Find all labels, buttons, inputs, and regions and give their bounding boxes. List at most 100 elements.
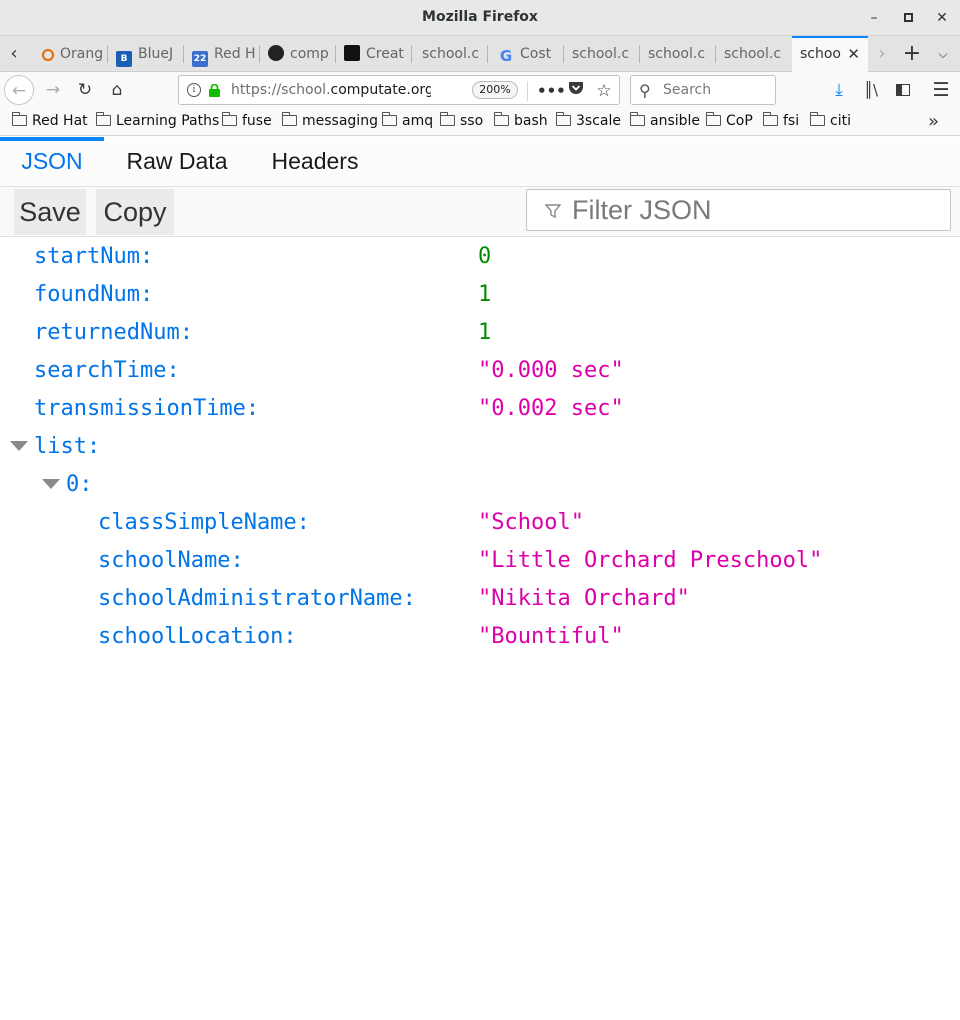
app-icon [344,45,360,61]
json-row-item[interactable]: 0: [66,466,93,504]
hamburger-menu-icon[interactable]: ☰ [926,75,956,105]
page-actions-icon[interactable]: ••• [537,80,566,102]
save-button[interactable]: Save [14,189,86,235]
json-key: classSimpleName: [98,510,310,535]
url-text[interactable]: https://school.computate.org/a [231,82,431,98]
back-arrow-icon[interactable]: ← [4,75,34,105]
json-row[interactable]: returnedNum: [34,314,193,352]
json-value: 1 [478,320,492,345]
tab-raw-data[interactable]: Raw Data [114,137,240,187]
tab-6[interactable]: G Cost [488,36,564,72]
json-key: transmissionTime: [34,396,260,421]
bookmark-folder[interactable]: 3scale [556,112,621,131]
filter-icon [545,204,561,219]
zoom-indicator[interactable]: 200% [472,81,518,99]
json-row[interactable]: classSimpleName: [98,504,310,542]
tab-8[interactable]: school.c [640,36,716,72]
folder-icon [556,112,571,126]
calendar-icon: 22 [192,51,208,67]
json-toolbar: Save Copy Filter JSON [0,187,960,237]
scroll-tabs-right-icon[interactable]: › [870,36,894,72]
bluejeans-icon: B [116,51,132,67]
tab-1[interactable]: B BlueJ [108,36,184,72]
tab-0[interactable]: Orang [32,36,108,72]
json-tree: startNum: 0 foundNum: 1 returnedNum: 1 s… [0,238,960,1020]
new-tab-icon[interactable]: + [898,36,926,72]
folder-icon [763,112,778,126]
json-row[interactable]: schoolName: [98,542,244,580]
forward-arrow-icon[interactable]: → [38,75,68,105]
json-row[interactable]: searchTime: [34,352,180,390]
library-icon[interactable]: ║\ [856,75,886,105]
minimize-icon[interactable]: – [864,8,884,28]
json-row[interactable]: schoolAdministratorName: [98,580,416,618]
close-tab-icon[interactable]: ✕ [847,38,860,70]
folder-icon [382,112,397,126]
bookmark-folder[interactable]: fuse [222,112,272,131]
bookmark-folder[interactable]: CoP [706,112,753,131]
folder-icon [222,112,237,126]
tab-2[interactable]: 22 Red H [184,36,260,72]
bookmarks-toolbar: Red Hat Learning Paths fuse messaging am… [0,108,960,136]
bookmark-folder[interactable]: amq [382,112,433,131]
tab-4[interactable]: Creat [336,36,412,72]
expand-twisty-icon[interactable] [42,479,60,489]
json-viewer-tabs: JSON Raw Data Headers [0,137,960,187]
scroll-tabs-left-icon[interactable]: ‹ [0,36,28,72]
folder-icon [630,112,645,126]
close-window-icon[interactable]: ✕ [932,8,952,28]
json-row[interactable]: foundNum: [34,276,153,314]
tab-7[interactable]: school.c [564,36,640,72]
json-value: 0 [478,244,492,269]
window-title: Mozilla Firefox [422,9,538,25]
pocket-icon[interactable] [565,80,587,102]
bookmarks-overflow-icon[interactable]: » [928,111,939,132]
bookmark-folder[interactable]: fsi [763,112,799,131]
download-icon[interactable]: ⤓ [824,75,854,105]
sidebar-icon[interactable] [888,75,918,105]
bookmark-folder[interactable]: sso [440,112,483,131]
json-row-list[interactable]: list: [34,428,100,466]
json-value: "Bountiful" [478,624,624,649]
bookmark-folder[interactable]: citi [810,112,851,131]
reload-icon[interactable]: ↻ [70,75,100,105]
home-icon[interactable]: ⌂ [102,75,132,105]
tab-9[interactable]: school.c [716,36,792,72]
folder-icon [12,112,27,126]
folder-icon [494,112,509,126]
list-tabs-icon[interactable]: ⌵ [930,36,956,72]
copy-button[interactable]: Copy [96,189,174,235]
search-field[interactable]: ⚲ Search [630,75,776,105]
tab-3[interactable]: comp [260,36,336,72]
bookmark-star-icon[interactable]: ☆ [593,80,615,102]
json-key: returnedNum: [34,320,193,345]
lock-icon[interactable] [209,84,220,97]
tab-headers[interactable]: Headers [260,137,370,187]
folder-icon [96,112,111,126]
bookmark-folder[interactable]: Learning Paths [96,112,219,131]
orange-icon [42,49,54,61]
tab-json[interactable]: JSON [0,137,104,187]
tab-5[interactable]: school.c [412,36,488,72]
json-key: schoolLocation: [98,624,297,649]
bookmark-folder[interactable]: messaging [282,112,378,131]
json-value: "Little Orchard Preschool" [478,548,823,573]
site-info-icon[interactable]: i [187,83,201,97]
url-bar[interactable]: i https://school.computate.org/a 200% ••… [178,75,620,105]
maximize-icon[interactable] [898,8,918,28]
filter-json-input[interactable]: Filter JSON [526,189,951,231]
folder-icon [440,112,455,126]
json-row[interactable]: schoolLocation: [98,618,297,656]
navigation-toolbar: ← → ↻ ⌂ i https://school.computate.org/a… [0,72,960,108]
json-value: "Nikita Orchard" [478,586,690,611]
json-row[interactable]: transmissionTime: [34,390,259,428]
bookmark-folder[interactable]: bash [494,112,548,131]
expand-twisty-icon[interactable] [10,441,28,451]
folder-icon [282,112,297,126]
bookmark-folder[interactable]: Red Hat [12,112,88,131]
tab-active[interactable]: schoo ✕ [792,36,868,72]
json-key: schoolName: [98,548,244,573]
google-icon: G [499,47,513,65]
json-row[interactable]: startNum: [34,238,153,276]
bookmark-folder[interactable]: ansible [630,112,700,131]
